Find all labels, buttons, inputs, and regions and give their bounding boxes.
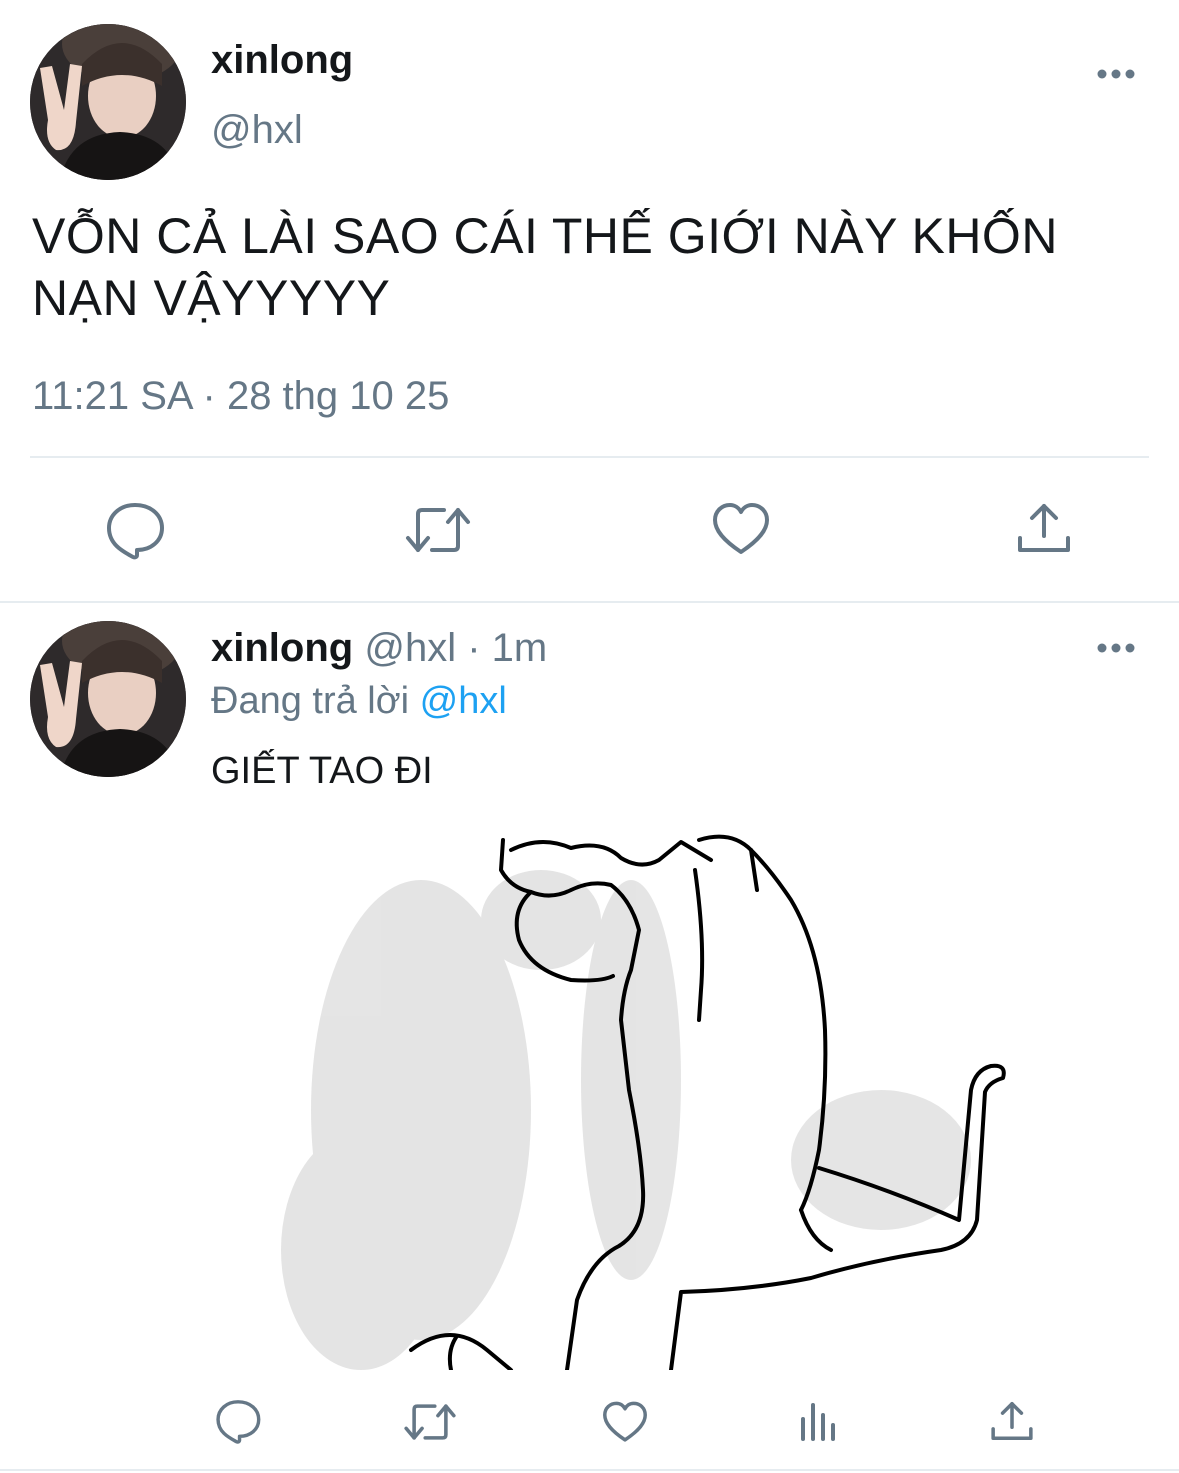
reply-icon xyxy=(216,1400,261,1444)
separator: · xyxy=(467,626,481,670)
tweet-age[interactable]: 1m xyxy=(492,626,548,670)
avatar[interactable] xyxy=(30,24,186,180)
tweet-media-image[interactable] xyxy=(211,830,1179,1370)
avatar-photo xyxy=(30,24,186,180)
tweet-text: VỖN CẢ LÀI SAO CÁI THẾ GIỚI NÀY KHỐN NẠN… xyxy=(32,205,1152,329)
more-icon xyxy=(1097,643,1135,653)
retweet-icon xyxy=(404,1404,456,1440)
display-name[interactable]: xinlong xyxy=(211,626,353,670)
divider xyxy=(30,456,1149,458)
analytics-icon xyxy=(801,1403,835,1441)
tweet-header: xinlong @hxl · 1m xyxy=(211,626,547,671)
retweet-button[interactable] xyxy=(403,1401,457,1443)
tweet-timestamp[interactable]: 11:21 SA · 28 thg 10 25 xyxy=(32,374,449,419)
tweet-text-line: VỖN CẢ LÀI SAO CÁI THẾ GIỚI NÀY KHỐN xyxy=(32,208,1058,264)
more-options-button[interactable] xyxy=(1096,641,1136,660)
retweet-button[interactable] xyxy=(404,504,472,556)
share-button[interactable] xyxy=(990,1398,1034,1444)
tweet-text: GIẾT TAO ĐI xyxy=(211,750,433,792)
replying-to: Đang trả lời @hxl xyxy=(211,680,507,723)
divider xyxy=(0,601,1179,603)
more-icon xyxy=(1097,69,1135,79)
user-handle[interactable]: @hxl xyxy=(364,626,456,670)
more-options-button[interactable] xyxy=(1096,67,1136,86)
share-button[interactable] xyxy=(1016,500,1072,556)
user-handle[interactable]: @hxl xyxy=(211,108,303,153)
avatar-photo xyxy=(30,621,186,777)
reply-button[interactable] xyxy=(214,1398,262,1444)
divider xyxy=(0,1469,1179,1471)
avatar[interactable] xyxy=(30,621,186,777)
reply-icon xyxy=(107,503,164,560)
like-button[interactable] xyxy=(711,502,771,556)
share-icon xyxy=(1018,504,1070,552)
replying-to-mention[interactable]: @hxl xyxy=(420,680,507,722)
tweet-text-line: NẠN VẬYYYYY xyxy=(32,270,391,326)
like-icon xyxy=(713,503,769,554)
retweet-icon xyxy=(406,508,470,552)
replying-to-label: Đang trả lời xyxy=(211,680,410,722)
analytics-button[interactable] xyxy=(797,1399,841,1443)
like-button[interactable] xyxy=(601,1401,649,1443)
like-icon xyxy=(603,1401,647,1442)
reply-button[interactable] xyxy=(104,500,166,560)
display-name[interactable]: xinlong xyxy=(211,38,353,83)
sketch-illustration xyxy=(281,834,1006,1370)
share-icon xyxy=(991,1401,1033,1441)
